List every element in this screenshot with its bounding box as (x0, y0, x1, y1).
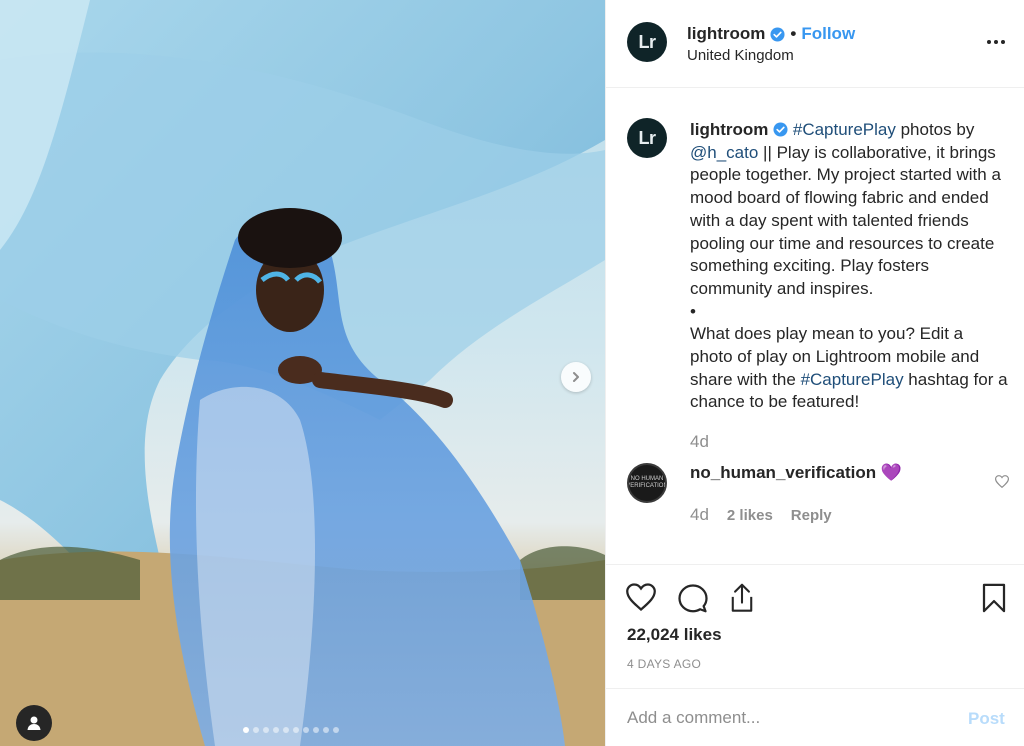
verified-badge-icon (770, 26, 785, 42)
separator-dot: • (790, 24, 797, 43)
hashtag-link[interactable]: #CapturePlay (793, 120, 896, 139)
hashtag-link[interactable]: #CapturePlay (801, 370, 904, 389)
caption-bullet: • (690, 301, 696, 321)
photo-illustration (0, 0, 605, 746)
carousel-dot (323, 727, 329, 733)
save-button[interactable] (981, 583, 1007, 618)
post-sidebar: Lr lightroom • Follow United Kingdom Lr … (605, 0, 1024, 746)
comment-likes[interactable]: 2 likes (727, 507, 773, 524)
follow-button[interactable]: Follow (801, 24, 855, 44)
comments-section[interactable]: Lr lightroom #CapturePlay photos by @h_c… (606, 89, 1024, 564)
share-icon (731, 583, 753, 612)
post-caption: lightroom #CapturePlay photos by @h_cato… (690, 119, 1008, 414)
carousel-dot (243, 727, 249, 733)
carousel-dot (333, 727, 339, 733)
likes-count[interactable]: 22,024 likes (627, 625, 722, 645)
comment-input[interactable] (627, 705, 947, 731)
post-header: Lr lightroom • Follow United Kingdom (606, 0, 1024, 88)
like-comment-button[interactable] (994, 475, 1010, 493)
carousel-dot (313, 727, 319, 733)
next-photo-button[interactable] (561, 362, 591, 392)
carousel-dot (293, 727, 299, 733)
more-options-button[interactable] (986, 32, 1006, 57)
caption-text: photos by (895, 120, 975, 139)
header-user-row: lightroom • Follow (687, 24, 855, 44)
comment-meta: 4d 2 likes Reply (690, 505, 832, 525)
carousel-indicator (243, 727, 339, 733)
heart-icon (626, 583, 656, 611)
comment-row: no_human_verification 💜 (690, 463, 902, 483)
caption-username[interactable]: lightroom (690, 120, 768, 139)
username-link[interactable]: lightroom (687, 24, 765, 44)
caption-avatar[interactable]: Lr (627, 118, 667, 158)
comment-text: 💜 (880, 463, 903, 482)
caption-text: || Play is collaborative, it brings peop… (690, 142, 1001, 298)
more-horizontal-icon (987, 40, 1005, 44)
carousel-dot (273, 727, 279, 733)
post-photo[interactable] (0, 0, 605, 746)
post-actions: 22,024 likes 4 DAYS AGO (606, 564, 1024, 688)
comment-bubble-icon (678, 584, 708, 613)
avatar[interactable]: Lr (627, 22, 667, 62)
commenter-avatar[interactable]: NO HUMAN VERIFICATION (627, 463, 667, 503)
mention-link[interactable]: @h_cato (690, 143, 758, 162)
commenter-username[interactable]: no_human_verification (690, 463, 876, 482)
post-timestamp: 4 DAYS AGO (627, 657, 702, 671)
verified-badge-icon (773, 122, 788, 137)
bookmark-icon (982, 583, 1006, 613)
add-comment-bar: Post (606, 688, 1024, 746)
comment-age: 4d (690, 505, 709, 524)
heart-icon (994, 475, 1010, 489)
chevron-right-icon (573, 372, 579, 382)
carousel-dot (283, 727, 289, 733)
user-icon (27, 716, 41, 730)
caption-age: 4d (690, 432, 709, 451)
tagged-people-button[interactable] (16, 705, 52, 741)
like-button[interactable] (626, 583, 656, 616)
location-link[interactable]: United Kingdom (687, 47, 794, 64)
carousel-dot (253, 727, 259, 733)
carousel-dot (303, 727, 309, 733)
comment-button[interactable] (678, 583, 708, 618)
post-comment-button[interactable]: Post (968, 709, 1005, 729)
reply-button[interactable]: Reply (791, 507, 832, 524)
share-button[interactable] (728, 583, 756, 618)
carousel-dot (263, 727, 269, 733)
